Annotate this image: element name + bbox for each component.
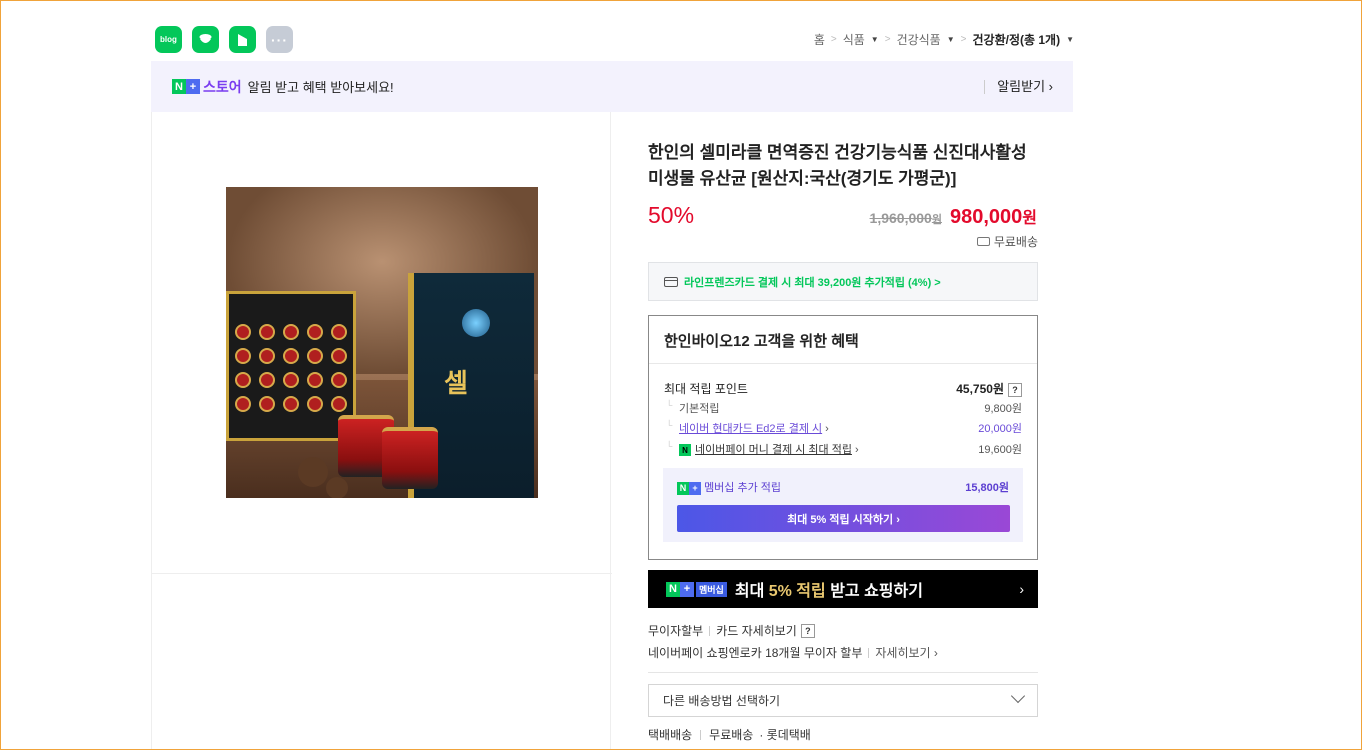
sale-price: 980,000원 xyxy=(949,206,1037,228)
hyundai-card-row: 네이버 현대카드 Ed2로 결제 시 › 20,000원 xyxy=(664,420,1022,436)
npay-money-row: N네이버페이 머니 결제 시 최대 적립 › 19,600원 xyxy=(664,441,1022,457)
discount-rate: 50% xyxy=(648,202,695,228)
chevron-down-icon xyxy=(1010,688,1026,704)
nplus-logo-icon: N + xyxy=(666,581,694,597)
breadcrumb-separator-icon: > xyxy=(884,34,891,45)
membership-banner[interactable]: N + 멤버십 최대 5% 적립 받고 쇼핑하기 › xyxy=(648,570,1038,608)
delivery-info-row: 택배배송 무료배송 · 롯데택배 xyxy=(648,728,811,742)
original-price: 1,960,000원 xyxy=(869,210,942,226)
breadcrumb-separator-icon: > xyxy=(960,34,967,45)
banner-text: 최대 5% 적립 받고 쇼핑하기 xyxy=(734,583,923,600)
dropdown-triangle-icon[interactable]: ▼ xyxy=(871,35,879,44)
more-icon-label: ··· xyxy=(271,31,288,48)
nplus-logo-icon: N + xyxy=(172,79,200,94)
breadcrumb-separator-icon: > xyxy=(830,34,837,45)
basic-points-row: 기본적립 9,800원 xyxy=(664,400,1022,416)
band-share-icon[interactable] xyxy=(229,26,256,53)
max-points-row: 최대 적립 포인트 45,750원? xyxy=(664,380,1022,397)
chevron-right-icon: › xyxy=(1019,581,1024,597)
membership-badge: 멤버십 xyxy=(696,581,727,597)
more-share-icon[interactable]: ··· xyxy=(266,26,293,53)
breadcrumb-health-food[interactable]: 건강식품 xyxy=(897,31,941,48)
breadcrumb: 홈 > 식품 ▼ > 건강식품 ▼ > 건강환/정(총 1개) ▼ xyxy=(814,31,1074,48)
product-image-pane: 셀 xyxy=(151,112,612,750)
product-jar xyxy=(382,427,438,489)
hyundai-card-link[interactable]: 네이버 현대카드 Ed2로 결제 시 xyxy=(679,423,822,435)
installment-row: 무이자할부 카드 자세히보기 ? xyxy=(648,622,815,639)
shipping-label: 무료배송 xyxy=(993,235,1038,249)
dropdown-triangle-icon[interactable]: ▼ xyxy=(947,35,955,44)
benefits-panel: 한인바이오12 고객을 위한 혜택 최대 적립 포인트 45,750원? 기본적… xyxy=(648,315,1038,560)
npay-installment-label: 네이버페이 쇼핑엔로카 18개월 무이자 할부 xyxy=(648,646,863,660)
help-icon[interactable]: ? xyxy=(1008,383,1022,397)
benefits-header: 한인바이오12 고객을 위한 혜택 xyxy=(649,316,1037,364)
product-box-open xyxy=(226,291,356,441)
breadcrumb-food[interactable]: 식품 xyxy=(843,31,865,48)
card-promo-link[interactable]: 라인프렌즈카드 결제 시 최대 39,200원 추가적립 (4%) > xyxy=(648,262,1038,301)
installment-detail-link[interactable]: 자세히보기 › xyxy=(875,644,938,661)
installment-label: 무이자할부 xyxy=(648,624,704,638)
product-image[interactable]: 셀 xyxy=(226,187,538,498)
share-bar: blog ··· xyxy=(155,26,293,53)
product-title: 한인의 셀미라클 면역증진 건강기능식품 신진대사활성 미생물 유산균 [원산지… xyxy=(648,143,1027,188)
delivery-method-select[interactable]: 다른 배송방법 선택하기 xyxy=(648,684,1038,717)
cafe-share-icon[interactable] xyxy=(192,26,219,53)
shipping-info: 무료배송 xyxy=(976,233,1038,250)
card-detail-link[interactable]: 카드 자세히보기 xyxy=(716,622,797,639)
card-promo-text: 라인프렌즈카드 결제 시 최대 39,200원 추가적립 (4%) > xyxy=(684,276,941,289)
subscribe-alert-button[interactable]: 알림받기 › xyxy=(984,79,1053,94)
breadcrumb-home[interactable]: 홈 xyxy=(814,31,825,48)
start-membership-button[interactable]: 최대 5% 적립 시작하기 › xyxy=(677,505,1010,532)
breadcrumb-current[interactable]: 건강환/정(총 1개) xyxy=(973,31,1061,48)
membership-box: N + 멤버십 추가 적립 15,800원 최대 5% 적립 시작하기 › xyxy=(663,468,1023,542)
blog-share-icon[interactable]: blog xyxy=(155,26,182,53)
blog-icon-label: blog xyxy=(160,35,177,44)
truck-icon xyxy=(976,237,990,246)
help-icon[interactable]: ? xyxy=(800,623,815,638)
credit-card-icon xyxy=(664,276,678,287)
npay-money-link[interactable]: 네이버페이 머니 결제 시 최대 적립 xyxy=(695,444,852,456)
notice-message: 알림 받고 혜택 받아보세요! xyxy=(247,80,394,95)
store-label: 스토어 xyxy=(203,78,242,95)
dropdown-triangle-icon[interactable]: ▼ xyxy=(1066,35,1074,44)
store-notice-bar: N + 스토어 알림 받고 혜택 받아보세요! 알림받기 › xyxy=(151,61,1073,112)
nplus-logo-icon: N + xyxy=(677,481,701,495)
npay-icon: N xyxy=(679,444,691,457)
price-block: 1,960,000원 980,000원 xyxy=(870,204,1037,229)
npay-installment-row: 네이버페이 쇼핑엔로카 18개월 무이자 할부 자세히보기 › xyxy=(648,644,938,661)
